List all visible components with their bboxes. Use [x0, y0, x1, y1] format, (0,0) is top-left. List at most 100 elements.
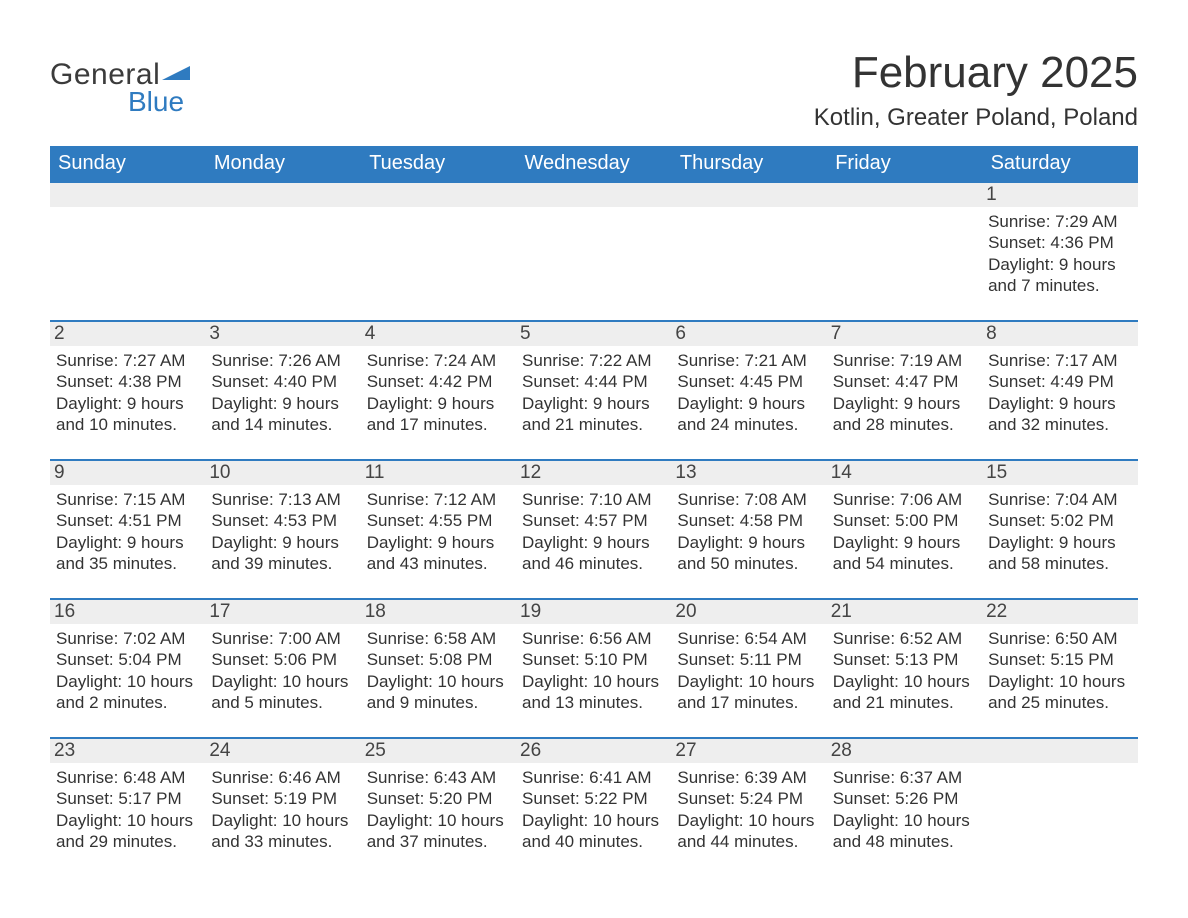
- sunrise-line: Sunrise: 6:39 AM: [677, 767, 820, 788]
- day-number: 4: [361, 322, 516, 346]
- header: General Blue February 2025 Kotlin, Great…: [50, 48, 1138, 132]
- day-details: Sunrise: 7:10 AMSunset: 4:57 PMDaylight:…: [522, 489, 665, 574]
- daylight-line: Daylight: 10 hours and 37 minutes.: [367, 810, 510, 853]
- daylight-line: Daylight: 9 hours and 58 minutes.: [988, 532, 1131, 575]
- sunrise-line: Sunrise: 7:29 AM: [988, 211, 1131, 232]
- sunrise-line: Sunrise: 7:19 AM: [833, 350, 976, 371]
- sunset-line: Sunset: 4:36 PM: [988, 232, 1131, 253]
- day-number: [982, 739, 1137, 763]
- day-cell: 22Sunrise: 6:50 AMSunset: 5:15 PMDayligh…: [982, 599, 1137, 738]
- week-row: 9Sunrise: 7:15 AMSunset: 4:51 PMDaylight…: [50, 460, 1138, 599]
- day-number: 17: [205, 600, 360, 624]
- day-cell: 27Sunrise: 6:39 AMSunset: 5:24 PMDayligh…: [671, 738, 826, 876]
- sunset-line: Sunset: 4:42 PM: [367, 371, 510, 392]
- daylight-line: Daylight: 10 hours and 40 minutes.: [522, 810, 665, 853]
- day-number: 27: [671, 739, 826, 763]
- day-cell: 7 Sunrise: 7:19 AMSunset: 4:47 PMDaylight…: [827, 321, 982, 460]
- day-details: Sunrise: 7:06 AMSunset: 5:00 PMDaylight:…: [833, 489, 976, 574]
- day-number: 7: [827, 322, 982, 346]
- sunset-line: Sunset: 5:17 PM: [56, 788, 199, 809]
- sunset-line: Sunset: 4:45 PM: [677, 371, 820, 392]
- day-details: Sunrise: 7:04 AMSunset: 5:02 PMDaylight:…: [988, 489, 1131, 574]
- sunset-line: Sunset: 5:26 PM: [833, 788, 976, 809]
- daylight-line: Daylight: 10 hours and 33 minutes.: [211, 810, 354, 853]
- day-cell: [361, 182, 516, 321]
- day-details: Sunrise: 6:46 AMSunset: 5:19 PMDaylight:…: [211, 767, 354, 852]
- day-cell: [982, 738, 1137, 876]
- sunset-line: Sunset: 5:20 PM: [367, 788, 510, 809]
- week-row: 16Sunrise: 7:02 AMSunset: 5:04 PMDayligh…: [50, 599, 1138, 738]
- day-details: Sunrise: 6:52 AMSunset: 5:13 PMDaylight:…: [833, 628, 976, 713]
- weekday-header: Tuesday: [361, 146, 516, 182]
- daylight-line: Daylight: 10 hours and 2 minutes.: [56, 671, 199, 714]
- day-cell: 6Sunrise: 7:21 AMSunset: 4:45 PMDaylight…: [671, 321, 826, 460]
- day-number: 28: [827, 739, 982, 763]
- week-row: 23Sunrise: 6:48 AMSunset: 5:17 PMDayligh…: [50, 738, 1138, 876]
- day-cell: 9Sunrise: 7:15 AMSunset: 4:51 PMDaylight…: [50, 460, 205, 599]
- daylight-line: Daylight: 9 hours and 24 minutes.: [677, 393, 820, 436]
- day-number: 1: [982, 183, 1137, 207]
- day-cell: 12 Sunrise: 7:10 AMSunset: 4:57 PMDayligh…: [516, 460, 671, 599]
- day-details: Sunrise: 7:13 AMSunset: 4:53 PMDaylight:…: [211, 489, 354, 574]
- sunset-line: Sunset: 5:02 PM: [988, 510, 1131, 531]
- day-number: 20: [671, 600, 826, 624]
- sunrise-line: Sunrise: 6:37 AM: [833, 767, 976, 788]
- day-cell: 13Sunrise: 7:08 AMSunset: 4:58 PMDayligh…: [671, 460, 826, 599]
- day-cell: 15Sunrise: 7:04 AMSunset: 5:02 PMDayligh…: [982, 460, 1137, 599]
- day-number: 8: [982, 322, 1137, 346]
- daylight-line: Daylight: 10 hours and 48 minutes.: [833, 810, 976, 853]
- sunset-line: Sunset: 4:44 PM: [522, 371, 665, 392]
- day-number: 18: [361, 600, 516, 624]
- day-number: 12: [516, 461, 671, 485]
- brand-logo: General Blue: [50, 58, 190, 118]
- sunrise-line: Sunrise: 6:50 AM: [988, 628, 1131, 649]
- sunset-line: Sunset: 4:57 PM: [522, 510, 665, 531]
- day-details: Sunrise: 7:19 AMSunset: 4:47 PMDaylight:…: [833, 350, 976, 435]
- day-details: Sunrise: 7:29 AMSunset: 4:36 PMDaylight:…: [988, 211, 1131, 296]
- sunset-line: Sunset: 4:49 PM: [988, 371, 1131, 392]
- day-cell: [671, 182, 826, 321]
- weekday-header-row: SundayMondayTuesdayWednesdayThursdayFrid…: [50, 146, 1138, 182]
- sunset-line: Sunset: 4:53 PM: [211, 510, 354, 531]
- sunset-line: Sunset: 5:06 PM: [211, 649, 354, 670]
- daylight-line: Daylight: 9 hours and 39 minutes.: [211, 532, 354, 575]
- day-cell: 8 Sunrise: 7:17 AMSunset: 4:49 PMDaylight…: [982, 321, 1137, 460]
- week-row: 1 Sunrise: 7:29 AMSunset: 4:36 PMDaylight…: [50, 182, 1138, 321]
- day-cell: 14 Sunrise: 7:06 AMSunset: 5:00 PMDayligh…: [827, 460, 982, 599]
- sunrise-line: Sunrise: 7:06 AM: [833, 489, 976, 510]
- day-details: Sunrise: 6:54 AMSunset: 5:11 PMDaylight:…: [677, 628, 820, 713]
- day-cell: 21Sunrise: 6:52 AMSunset: 5:13 PMDayligh…: [827, 599, 982, 738]
- sunset-line: Sunset: 5:11 PM: [677, 649, 820, 670]
- day-cell: 23Sunrise: 6:48 AMSunset: 5:17 PMDayligh…: [50, 738, 205, 876]
- sunrise-line: Sunrise: 7:17 AM: [988, 350, 1131, 371]
- weekday-header: Saturday: [982, 146, 1137, 182]
- day-number: 14: [827, 461, 982, 485]
- sunrise-line: Sunrise: 7:26 AM: [211, 350, 354, 371]
- day-cell: [516, 182, 671, 321]
- day-number: 25: [361, 739, 516, 763]
- sunrise-line: Sunrise: 7:21 AM: [677, 350, 820, 371]
- sunrise-line: Sunrise: 7:10 AM: [522, 489, 665, 510]
- day-number: 10: [205, 461, 360, 485]
- sunrise-line: Sunrise: 6:52 AM: [833, 628, 976, 649]
- weekday-header: Wednesday: [516, 146, 671, 182]
- day-cell: 1 Sunrise: 7:29 AMSunset: 4:36 PMDaylight…: [982, 182, 1137, 321]
- sunset-line: Sunset: 4:47 PM: [833, 371, 976, 392]
- day-cell: 28 Sunrise: 6:37 AMSunset: 5:26 PMDayligh…: [827, 738, 982, 876]
- day-details: Sunrise: 7:15 AMSunset: 4:51 PMDaylight:…: [56, 489, 199, 574]
- day-details: Sunrise: 7:17 AMSunset: 4:49 PMDaylight:…: [988, 350, 1131, 435]
- daylight-line: Daylight: 9 hours and 10 minutes.: [56, 393, 199, 436]
- weekday-header: Thursday: [671, 146, 826, 182]
- sunset-line: Sunset: 5:22 PM: [522, 788, 665, 809]
- daylight-line: Daylight: 10 hours and 29 minutes.: [56, 810, 199, 853]
- day-details: Sunrise: 7:26 AMSunset: 4:40 PMDaylight:…: [211, 350, 354, 435]
- day-details: Sunrise: 7:22 AMSunset: 4:44 PMDaylight:…: [522, 350, 665, 435]
- day-cell: 19Sunrise: 6:56 AMSunset: 5:10 PMDayligh…: [516, 599, 671, 738]
- sunset-line: Sunset: 4:55 PM: [367, 510, 510, 531]
- sunset-line: Sunset: 5:04 PM: [56, 649, 199, 670]
- location: Kotlin, Greater Poland, Poland: [814, 104, 1138, 132]
- day-cell: 2Sunrise: 7:27 AMSunset: 4:38 PMDaylight…: [50, 321, 205, 460]
- sunrise-line: Sunrise: 7:04 AM: [988, 489, 1131, 510]
- sunrise-line: Sunrise: 7:02 AM: [56, 628, 199, 649]
- sunrise-line: Sunrise: 6:58 AM: [367, 628, 510, 649]
